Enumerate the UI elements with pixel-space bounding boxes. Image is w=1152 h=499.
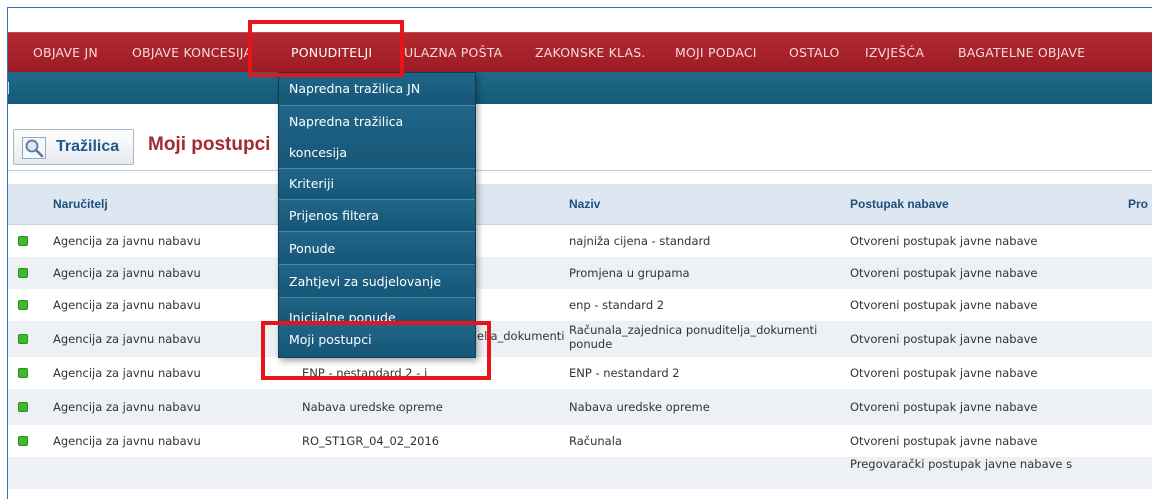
cell-narucitelj: Agencija za javnu nabavu (53, 266, 201, 280)
cell-narucitelj: Agencija za javnu nabavu (53, 332, 201, 346)
table-header: Naručitelj Naziv Postupak nabave Pro (8, 184, 1152, 225)
menu-item-napredna-trazilica-jn[interactable]: Napredna tražilica JN (279, 73, 475, 106)
highlight-box-moji-postupci (261, 321, 491, 380)
cell-naziv: Računala (569, 434, 622, 448)
column-header-postupak[interactable]: Postupak nabave (850, 184, 949, 224)
cell-narucitelj: Agencija za javnu nabavu (53, 234, 201, 248)
cell-postupak: Otvoreni postupak javne nabave (850, 332, 1038, 346)
menu-item-label: Napredna tražilica (289, 114, 404, 129)
menu-item-ponude[interactable]: Ponude (279, 232, 475, 265)
cell-naziv: Računala_zajednica ponuditelja_dokumenti… (569, 323, 817, 351)
table-row[interactable]: Agencija za javnu nabavu najniža cijena … (8, 225, 1152, 257)
status-indicator-icon (18, 334, 28, 344)
menu-item-kriteriji[interactable]: Kriteriji (279, 169, 475, 200)
search-button-label: Tražilica (56, 138, 120, 155)
cell-postupak: Otvoreni postupak javne nabave (850, 298, 1038, 312)
cell-postupak: Otvoreni postupak javne nabave (850, 434, 1038, 448)
cell-postupak: Otvoreni postupak javne nabave (850, 266, 1038, 280)
status-indicator-icon (18, 368, 28, 378)
cell-postupak: Otvoreni postupak javne nabave (850, 366, 1038, 380)
table-row[interactable]: Agencija za javnu nabavu Nabava uredske … (8, 389, 1152, 425)
nav-objave-jn[interactable]: OBJAVE JN (33, 33, 98, 73)
cell-narucitelj: Agencija za javnu nabavu (53, 400, 201, 414)
cell-naziv: Nabava uredske opreme (569, 400, 710, 414)
cell-postupak: Otvoreni postupak javne nabave (850, 234, 1038, 248)
nav-ostalo[interactable]: OSTALO (789, 33, 840, 73)
cell-narucitelj: Agencija za javnu nabavu (53, 434, 201, 448)
cell-naziv: ENP - nestandard 2 (569, 366, 680, 380)
cell-naziv: enp - standard 2 (569, 298, 665, 312)
status-indicator-icon (18, 268, 28, 278)
nav-objave-koncesija[interactable]: OBJAVE KONCESIJA (132, 33, 252, 73)
status-indicator-icon (18, 402, 28, 412)
magnifier-icon (22, 137, 46, 159)
column-header-naziv[interactable]: Naziv (569, 184, 600, 224)
cell-postupak: Otvoreni postupak javne nabave (850, 400, 1038, 414)
table-row[interactable]: Agencija za javnu nabavu enp - standard … (8, 289, 1152, 321)
cell-narucitelj: Agencija za javnu nabavu (53, 298, 201, 312)
menu-item-label: Prijenos filtera (289, 208, 379, 223)
sub-bar-divider (8, 82, 9, 94)
menu-item-label: Inicijalne ponude (289, 310, 396, 323)
main-navigation: OBJAVE JN OBJAVE KONCESIJA PONUDITELJI U… (8, 32, 1152, 73)
column-header-narucitelj[interactable]: Naručitelj (53, 184, 108, 224)
nav-ulazna-posta[interactable]: ULAZNA POŠTA (404, 33, 502, 73)
nav-zakonske-klas[interactable]: ZAKONSKE KLAS. (535, 33, 646, 73)
menu-item-label: Zahtjevi za sudjelovanje (289, 274, 442, 289)
cell-predmet: RO_ST1GR_04_02_2016 (302, 434, 440, 448)
nav-moji-podaci[interactable]: MOJI PODACI (675, 33, 757, 73)
menu-item-label: Napredna tražilica JN (289, 81, 421, 96)
nav-bagatelne-objave[interactable]: BAGATELNE OBJAVE (958, 33, 1085, 73)
menu-item-label-line2: koncesija (289, 145, 348, 160)
status-indicator-icon (18, 236, 28, 246)
menu-item-inicijalne-ponude[interactable]: Inicijalne ponude (279, 298, 475, 323)
status-indicator-icon (18, 300, 28, 310)
table-row[interactable]: Agencija za javnu nabavu elja_dokumenti … (8, 321, 1152, 357)
table-row[interactable]: Pregovarački postupak javne nabave s (8, 457, 1152, 489)
table-row[interactable]: Agencija za javnu nabavu Promjena u grup… (8, 257, 1152, 289)
cell-narucitelj: Agencija za javnu nabavu (53, 366, 201, 380)
highlight-box-ponuditelji (248, 20, 404, 77)
sub-navigation-bar (8, 72, 1152, 104)
ponuditelji-dropdown-menu: Napredna tražilica JN Napredna tražilica… (278, 72, 476, 358)
search-button[interactable]: Tražilica (13, 129, 134, 165)
table-row[interactable]: Agencija za javnu nabavu ENP - nestandar… (8, 357, 1152, 389)
cell-predmet: Nabava uredske opreme (302, 400, 443, 414)
browser-viewport: OBJAVE JN OBJAVE KONCESIJA PONUDITELJI U… (7, 7, 1152, 499)
title-divider (8, 170, 1152, 171)
menu-item-label: Ponude (289, 241, 336, 256)
cell-naziv-line1: Računala_zajednica ponuditelja_dokumenti (569, 323, 818, 337)
cell-naziv: Promjena u grupama (569, 266, 690, 280)
menu-item-napredna-trazilica-koncesija[interactable]: Napredna tražilica koncesija (279, 106, 475, 169)
nav-izvjesca[interactable]: IZVJEŠĆA (865, 33, 924, 73)
status-indicator-icon (18, 436, 28, 446)
column-header-pro[interactable]: Pro (1128, 184, 1148, 224)
menu-item-label: Kriteriji (289, 176, 334, 191)
menu-item-zahtjevi-za-sudjelovanje[interactable]: Zahtjevi za sudjelovanje (279, 265, 475, 298)
table-row[interactable]: Agencija za javnu nabavu RO_ST1GR_04_02_… (8, 425, 1152, 457)
page-title: Moji postupci (148, 134, 271, 155)
cell-naziv-line2: ponude (569, 337, 613, 351)
menu-item-prijenos-filtera[interactable]: Prijenos filtera (279, 200, 475, 232)
cell-postupak: Pregovarački postupak javne nabave s (850, 457, 1073, 471)
cell-naziv: najniža cijena - standard (569, 234, 711, 248)
